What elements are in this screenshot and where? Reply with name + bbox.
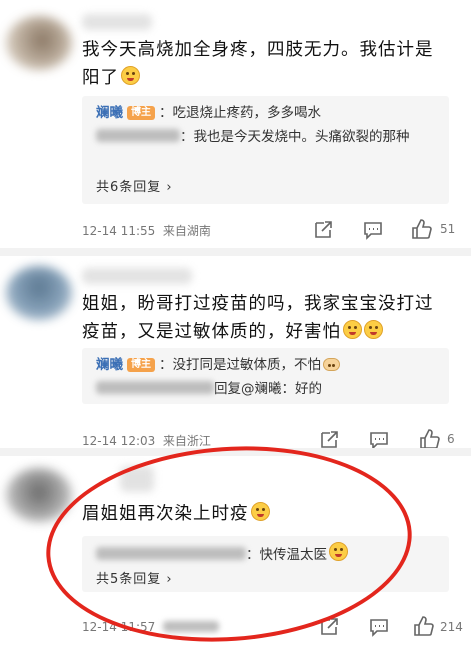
like-count: 6 (447, 432, 455, 446)
comment-meta: 12-14 12:03 来自浙江 (82, 432, 211, 449)
comment-text: 我今天高烧加全身疼，四肢无力。我估计是阳了 (82, 40, 434, 88)
avatar[interactable] (6, 16, 72, 70)
laughing-emoji-icon (329, 542, 348, 561)
comment-meta: 12-14 11:57 (82, 620, 219, 634)
reply-text: 回复@斓曦：好的 (214, 381, 322, 397)
hug-emoji-icon (323, 358, 340, 371)
reply-author[interactable]: 斓曦 (96, 105, 123, 121)
reply-text: ：吃退烧止疼药，多多喝水 (159, 105, 321, 121)
more-replies-link[interactable]: 共6条回复 › (96, 176, 173, 195)
comment-card-3: 眉姐姐再次染上时疫 ：快传温太医 共5条回复 › 12-14 11:57 214 (0, 452, 471, 640)
reply-author[interactable]: 斓曦 (96, 357, 123, 373)
reply-line: 回复@斓曦：好的 (96, 378, 441, 400)
username-blurred[interactable] (82, 14, 152, 30)
username-blurred[interactable] (82, 268, 192, 284)
reply-line: ：快传温太医 (96, 542, 441, 566)
comment-meta: 12-14 11:55 来自湖南 (82, 222, 211, 239)
reply-box[interactable]: ：快传温太医 共5条回复 › (82, 536, 449, 592)
comment-time: 12-14 11:57 (82, 620, 156, 634)
reply-line: 斓曦 博主 ：没打同是过敏体质，不怕 (96, 354, 441, 376)
reply-text: ：我也是今天发烧中。头痛欲裂的那种 (180, 129, 410, 145)
comment-location: 来自浙江 (162, 434, 211, 448)
author-badge: 博主 (127, 358, 155, 372)
comment-text: 姐姐，盼哥打过疫苗的吗，我家宝宝没打过疫苗，又是过敏体质的，好害怕 (82, 294, 434, 342)
worried-face-emoji-icon (343, 320, 362, 339)
comment-icon[interactable] (362, 219, 384, 241)
comment-location-blurred (162, 621, 219, 632)
comment-card-1: 我今天高烧加全身疼，四肢无力。我估计是阳了 斓曦 博主 ：吃退烧止疼药，多多喝水 ：… (0, 0, 471, 252)
reply-text: ：快传温太医 (246, 547, 327, 563)
like-icon[interactable] (412, 615, 434, 637)
username-blurred[interactable] (120, 466, 154, 492)
comment-text: 眉姐姐再次染上时疫 (82, 500, 449, 528)
like-count: 51 (440, 222, 456, 236)
author-badge: 博主 (127, 106, 155, 120)
comment-card-2: 姐姐，盼哥打过疫苗的吗，我家宝宝没打过疫苗，又是过敏体质的，好害怕 斓曦 博主 ：没… (0, 252, 471, 452)
worried-face-emoji-icon (364, 320, 383, 339)
avatar[interactable] (6, 468, 72, 522)
avatar[interactable] (6, 266, 72, 320)
reply-author-blurred[interactable] (96, 381, 214, 394)
reply-line: 斓曦 博主 ：吃退烧止疼药，多多喝水 (96, 102, 441, 124)
reply-text: ：没打同是过敏体质，不怕 (159, 357, 321, 373)
comment-icon[interactable] (368, 616, 390, 638)
reply-author-blurred[interactable] (96, 129, 180, 142)
reply-line: ：我也是今天发烧中。头痛欲裂的那种 (96, 126, 441, 148)
share-icon[interactable] (312, 219, 334, 241)
like-count: 214 (440, 620, 463, 634)
hot-face-emoji-icon (121, 66, 140, 85)
reply-author-blurred[interactable] (96, 547, 246, 560)
comment-location: 来自湖南 (162, 224, 211, 238)
reply-box[interactable]: 斓曦 博主 ：吃退烧止疼药，多多喝水 ：我也是今天发烧中。头痛欲裂的那种 共6条回复… (82, 96, 449, 204)
comment-time: 12-14 12:03 (82, 434, 156, 448)
reply-box[interactable]: 斓曦 博主 ：没打同是过敏体质，不怕 回复@斓曦：好的 (82, 348, 449, 404)
like-icon[interactable] (410, 218, 432, 240)
more-replies-link[interactable]: 共5条回复 › (96, 568, 173, 587)
like-icon[interactable] (418, 428, 440, 450)
cat-face-emoji-icon (250, 502, 270, 521)
comment-time: 12-14 11:55 (82, 224, 156, 238)
share-icon[interactable] (318, 616, 340, 638)
